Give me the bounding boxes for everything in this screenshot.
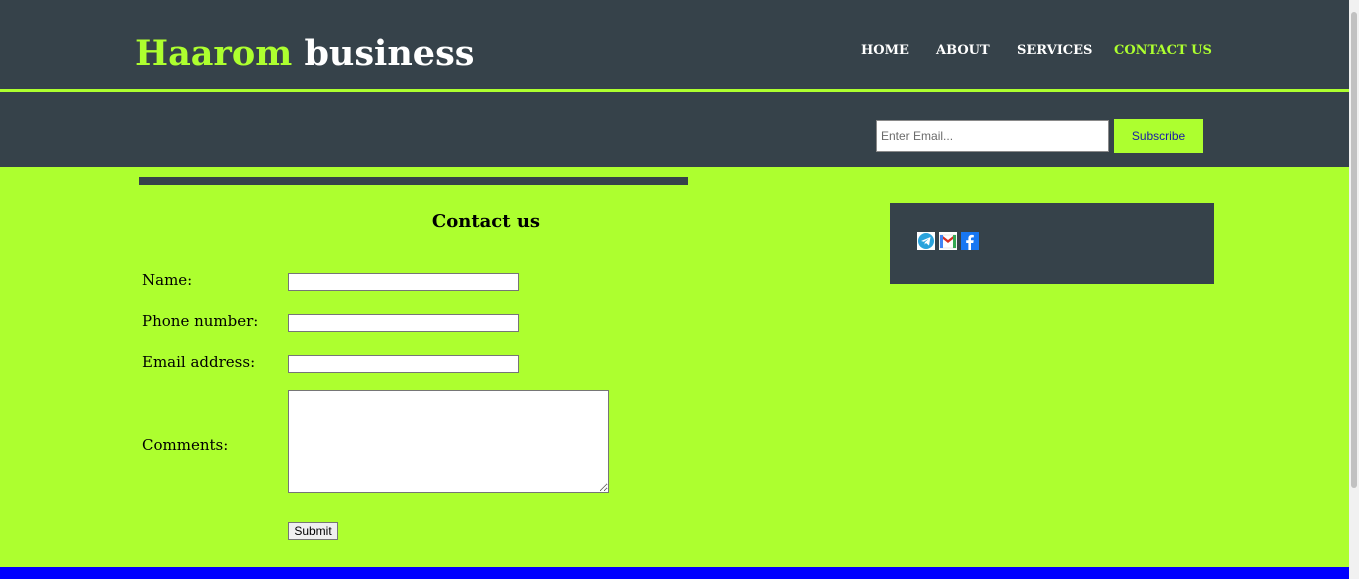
- scrollbar-thumb[interactable]: [1351, 12, 1357, 488]
- main-nav: HOME ABOUT SERVICES CONTACT US: [0, 43, 1349, 63]
- submit-button[interactable]: Submit: [288, 522, 338, 540]
- nav-home[interactable]: HOME: [861, 43, 909, 59]
- contact-title: Contact us: [431, 211, 541, 232]
- name-label: Name:: [142, 271, 193, 289]
- comments-textarea[interactable]: [288, 390, 609, 493]
- footer-bar: [0, 567, 1349, 579]
- email-label: Email address:: [142, 353, 256, 371]
- phone-label: Phone number:: [142, 312, 259, 330]
- nav-about[interactable]: ABOUT: [936, 43, 990, 59]
- facebook-icon[interactable]: [961, 232, 979, 250]
- comments-label: Comments:: [142, 436, 229, 454]
- nav-services[interactable]: SERVICES: [1017, 43, 1092, 59]
- subscribe-button[interactable]: Subscribe: [1114, 119, 1203, 153]
- name-field[interactable]: [288, 273, 519, 291]
- subscribe-email-input[interactable]: [876, 120, 1109, 152]
- email-field[interactable]: [288, 355, 519, 373]
- telegram-icon[interactable]: [917, 232, 935, 250]
- gmail-icon[interactable]: [939, 232, 957, 250]
- nav-contact-us[interactable]: CONTACT US: [1114, 43, 1212, 59]
- content-divider: [139, 177, 688, 185]
- phone-field[interactable]: [288, 314, 519, 332]
